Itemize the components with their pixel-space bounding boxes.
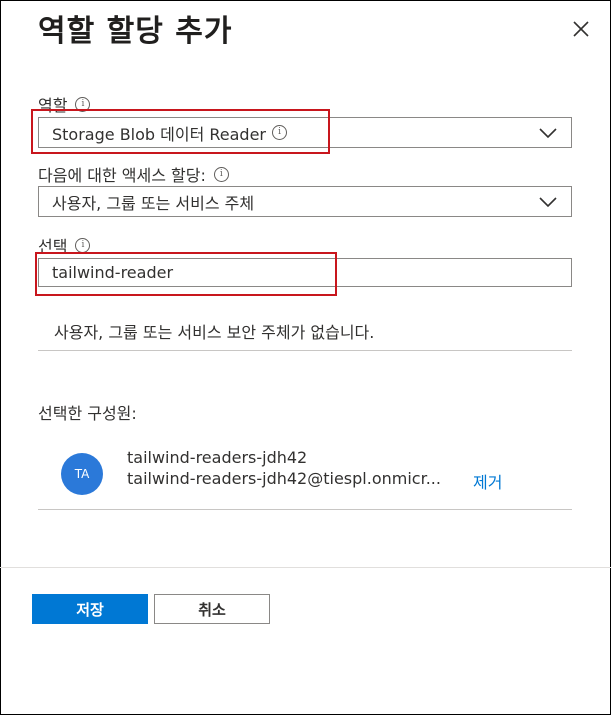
member-name: tailwind-readers-jdh42: [127, 448, 308, 467]
remove-member-link[interactable]: 제거: [473, 469, 502, 493]
assign-access-selected-value: 사용자, 그룹 또는 서비스 주체: [52, 193, 255, 213]
role-label-row: 역할 i: [38, 92, 91, 116]
assign-access-label-row: 다음에 대한 액세스 할당: i: [38, 162, 229, 186]
cancel-button[interactable]: 취소: [154, 594, 270, 624]
close-icon[interactable]: [566, 14, 596, 44]
info-icon[interactable]: i: [213, 166, 229, 182]
divider: [38, 509, 572, 510]
selected-members-label: 선택한 구성원:: [38, 404, 137, 423]
select-label-row: 선택 i: [38, 233, 91, 257]
chevron-down-icon: [539, 128, 557, 139]
assign-access-dropdown[interactable]: 사용자, 그룹 또는 서비스 주체: [38, 186, 572, 217]
info-icon[interactable]: i: [75, 237, 91, 253]
role-label: 역할: [38, 96, 68, 115]
no-results-message: 사용자, 그룹 또는 서비스 보안 주체가 없습니다.: [54, 323, 375, 342]
divider: [38, 350, 572, 351]
select-search-input[interactable]: [38, 258, 572, 287]
member-email: tailwind-readers-jdh42@tiespl.onmicr...: [127, 469, 441, 488]
role-info-icon[interactable]: i: [272, 125, 288, 140]
save-button[interactable]: 저장: [32, 594, 148, 624]
assign-access-label: 다음에 대한 액세스 할당:: [38, 166, 206, 185]
role-selected-value: Storage Blob 데이터 Reader: [52, 124, 267, 144]
dialog-title: 역할 할당 추가: [38, 14, 233, 49]
avatar: TA: [61, 453, 103, 495]
footer-divider: [0, 567, 611, 568]
chevron-down-icon: [539, 197, 557, 208]
info-icon[interactable]: i: [75, 96, 91, 112]
role-dropdown[interactable]: Storage Blob 데이터 Reader i: [38, 117, 572, 148]
select-label: 선택: [38, 237, 68, 256]
